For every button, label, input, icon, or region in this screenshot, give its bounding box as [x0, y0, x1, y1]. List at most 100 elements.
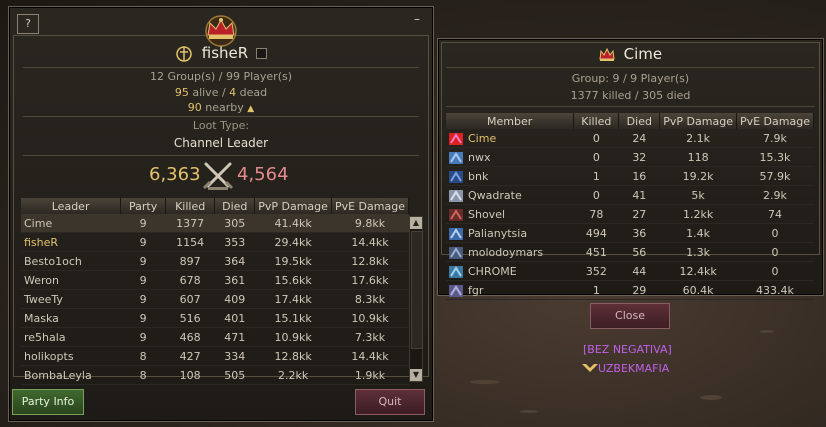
close-button[interactable]: Close — [590, 303, 670, 329]
killed-cell: 0 — [573, 129, 619, 148]
group-title: Cime — [438, 45, 823, 63]
deaths-score: 4,564 — [237, 164, 289, 185]
table-row[interactable]: TweeTy 9 607 409 17.4kk 8.3kk — [21, 289, 409, 309]
help-button[interactable]: ? — [17, 14, 39, 34]
channel-party-window: ? – fisheR 12 Group(s) / 99 Player(s) 95… — [8, 6, 434, 422]
party-size-cell: 9 — [120, 308, 166, 328]
killed-cell: 516 — [165, 308, 215, 328]
table-row[interactable]: Shovel 78 27 1.2kk 74 — [446, 204, 814, 224]
member-cell: bnk — [446, 166, 574, 186]
leader-checkbox[interactable] — [255, 48, 267, 59]
party-size-cell: 8 — [120, 365, 166, 385]
member-cell: Shovel — [446, 204, 574, 224]
pve-damage-cell: 7.3kk — [331, 327, 409, 347]
ground-detail — [470, 380, 500, 384]
warning-icon: ▲ — [247, 104, 255, 114]
table-row[interactable]: Cime 0 24 2.1k 7.9k — [446, 129, 814, 148]
table-row[interactable]: Cime 9 1377 305 41.4kk 9.8kk — [21, 214, 409, 233]
alliance-name[interactable]: UZBEKMAFIA — [598, 362, 669, 375]
leader-name-cell: holikopts — [21, 346, 121, 366]
clan-tag[interactable]: [BEZ NEGATIVA] — [583, 343, 672, 356]
died-cell: 361 — [214, 270, 255, 290]
column-header-pve-damage[interactable]: PvE Damage — [736, 113, 815, 129]
scroll-thumb[interactable] — [411, 231, 423, 349]
loot-type-value: Channel Leader — [173, 136, 269, 150]
member-name: Qwadrate — [468, 188, 522, 202]
alive-dead-status: 95 alive / 4 dead — [9, 86, 433, 99]
table-row[interactable]: Maska 9 516 401 15.1kk 10.9kk — [21, 308, 409, 328]
column-header-member[interactable]: Member — [446, 113, 575, 129]
table-row[interactable]: Palianytsia 494 36 1.4k 0 — [446, 223, 814, 243]
column-header-party[interactable]: Party — [120, 198, 167, 214]
pve-damage-cell: 10.9kk — [331, 308, 409, 328]
died-cell: 56 — [618, 242, 660, 262]
pve-damage-cell: 1.9kk — [331, 365, 409, 385]
group-kills-deaths: 1377 killed / 305 died — [570, 89, 691, 102]
party-leaders-table: Leader Party Killed Died PvP Damage PvE … — [21, 198, 410, 385]
minimize-button[interactable]: – — [411, 13, 423, 25]
ground-detail — [760, 330, 774, 333]
died-cell: 353 — [214, 232, 255, 252]
table-row[interactable]: fisheR 9 1154 353 29.4kk 14.4kk — [21, 232, 409, 252]
leader-name-cell: Cime — [21, 214, 121, 233]
table-row[interactable]: molodoymars 451 56 1.3k 0 — [446, 242, 814, 262]
pvp-damage-cell: 2.2kk — [254, 365, 332, 385]
pve-damage-cell: 57.9k — [736, 166, 814, 186]
leader-name-cell: Weron — [21, 270, 121, 290]
divider — [23, 116, 419, 117]
column-header-pvp-damage[interactable]: PvP Damage — [254, 198, 332, 214]
knight-class-icon — [449, 189, 463, 202]
leader-name-cell: re5hala — [21, 327, 121, 347]
member-name: CHROME — [468, 264, 517, 278]
pve-damage-cell: 14.4kk — [331, 232, 409, 252]
party-size-cell: 9 — [120, 232, 166, 252]
column-header-killed[interactable]: Killed — [573, 113, 620, 129]
died-cell: 29 — [618, 280, 660, 300]
member-cell: fgr — [446, 280, 574, 300]
table-row[interactable]: holikopts 8 427 334 12.8kk 14.4kk — [21, 346, 409, 366]
table-row[interactable]: Qwadrate 0 41 5k 2.9k — [446, 185, 814, 205]
pve-damage-cell: 9.8kk — [331, 214, 409, 233]
party-list-scrollbar[interactable]: ▲ ▼ — [409, 216, 423, 382]
table-row[interactable]: re5hala 9 468 471 10.9kk 7.3kk — [21, 327, 409, 347]
table-row[interactable]: Besto1och 9 897 364 19.5kk 12.8kk — [21, 251, 409, 271]
pve-damage-cell: 0 — [736, 223, 814, 243]
column-header-killed[interactable]: Killed — [165, 198, 216, 214]
party-info-button[interactable]: Party Info — [12, 389, 84, 415]
table-row[interactable]: Weron 9 678 361 15.6kk 17.6kk — [21, 270, 409, 290]
member-cell: Qwadrate — [446, 185, 574, 205]
died-cell: 32 — [618, 147, 660, 167]
leader-name-cell: TweeTy — [21, 289, 121, 309]
table-row[interactable]: fgr 1 29 60.4k 433.4k — [446, 280, 814, 300]
kills-score: 6,363 — [149, 164, 201, 185]
column-header-pve-damage[interactable]: PvE Damage — [331, 198, 410, 214]
scroll-down-icon[interactable]: ▼ — [410, 369, 422, 381]
pve-damage-cell: 74 — [736, 204, 814, 224]
crown-small-icon — [599, 47, 615, 61]
column-header-died[interactable]: Died — [214, 198, 256, 214]
pve-damage-cell: 14.4kk — [331, 346, 409, 366]
table-row[interactable]: BombaLeyla 8 108 505 2.2kk 1.9kk — [21, 365, 409, 385]
party-size-cell: 9 — [120, 214, 166, 233]
divider — [23, 155, 419, 156]
quit-button[interactable]: Quit — [355, 389, 425, 415]
column-header-pvp-damage[interactable]: PvP Damage — [659, 113, 737, 129]
pvp-damage-cell: 29.4kk — [254, 232, 332, 252]
nearby-label: nearby — [205, 101, 244, 114]
table-row[interactable]: nwx 0 32 118 15.3k — [446, 147, 814, 167]
scroll-up-icon[interactable]: ▲ — [410, 217, 422, 229]
table-row[interactable]: CHROME 352 44 12.4kk 0 — [446, 261, 814, 281]
died-cell: 409 — [214, 289, 255, 309]
wizard-class-icon — [449, 151, 463, 164]
group-members-table: Member Killed Died PvP Damage PvE Damage… — [446, 113, 815, 300]
table-row[interactable]: bnk 1 16 19.2k 57.9k — [446, 166, 814, 186]
died-cell: 27 — [618, 204, 660, 224]
column-header-died[interactable]: Died — [618, 113, 661, 129]
pvp-damage-cell: 19.2k — [659, 166, 737, 186]
column-header-leader[interactable]: Leader — [21, 198, 122, 214]
pve-damage-cell: 0 — [736, 261, 814, 281]
summoner-class-icon — [449, 246, 463, 259]
pvp-damage-cell: 41.4kk — [254, 214, 332, 233]
nearby-status: 90 nearby ▲ — [9, 101, 433, 114]
dead-label: dead — [239, 86, 268, 99]
